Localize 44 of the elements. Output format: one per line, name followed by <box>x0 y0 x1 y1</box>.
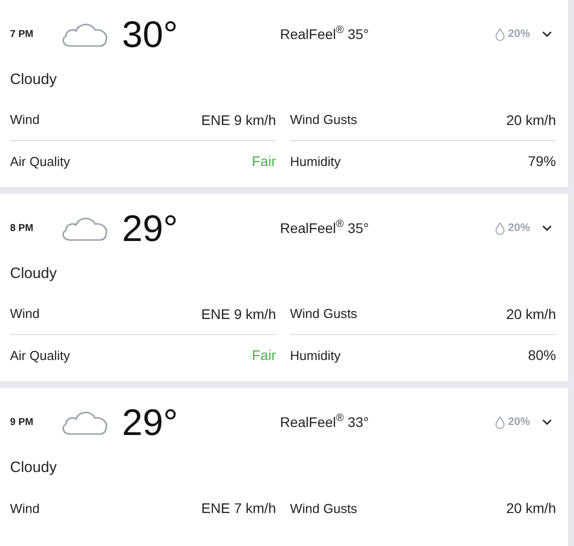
raindrop-icon <box>494 222 505 234</box>
hourly-card[interactable]: 7 PM 30° RealFeel$^{®}$ 35° 20% Cloudy Wind ENE 9 km/h Air Quality Fair Wind Gusts 20 km/h Humidity 79% <box>0 0 568 187</box>
condition-text: Cloudy <box>10 265 57 282</box>
temperature: 30° <box>122 16 179 52</box>
detail-label: Humidity <box>290 152 341 171</box>
detail-label: Wind Gusts <box>290 500 358 518</box>
realfeel-text: RealFeel$^{®}$ 35° <box>280 218 369 238</box>
detail-label: Wind <box>10 500 40 518</box>
detail-label: Air Quality <box>10 346 70 365</box>
detail-value: 20 km/h <box>506 110 556 130</box>
precipitation-text: 20% <box>508 26 530 42</box>
realfeel-text: RealFeel$^{®}$ 33° <box>280 412 369 432</box>
precipitation-text: 20% <box>508 220 530 236</box>
condition-text: Cloudy <box>10 459 57 476</box>
detail-label: Wind Gusts <box>290 111 358 130</box>
detail-value: 20 km/h <box>506 304 556 324</box>
temperature: 29° <box>122 210 179 246</box>
detail-label: Wind Gusts <box>290 305 358 324</box>
detail-value: ENE 9 km/h <box>201 304 276 324</box>
detail-label: Air Quality <box>10 152 70 171</box>
detail-value: 80% <box>528 346 556 365</box>
detail-value: ENE 9 km/h <box>201 110 276 130</box>
detail-value: ENE 7 km/h <box>201 499 276 518</box>
hourly-card[interactable]: 9 PM 29° RealFeel$^{®}$ 33° 20% Cloudy Wind ENE 7 km/h Wind Gusts 20 km/h <box>0 388 568 546</box>
hour-label: 7 PM <box>10 28 34 42</box>
raindrop-icon <box>494 416 505 428</box>
condition-text: Cloudy <box>10 71 57 88</box>
detail-label: Wind <box>10 111 40 130</box>
chevron-down-icon[interactable] <box>542 418 552 426</box>
precipitation-text: 20% <box>508 414 530 430</box>
detail-value: Fair <box>252 346 276 365</box>
hourly-card[interactable]: 8 PM 29° RealFeel$^{®}$ 35° 20% Cloudy Wind ENE 9 km/h Air Quality Fair Wind Gusts 20 km/h Humidity 80% <box>0 194 568 381</box>
raindrop-icon <box>494 28 505 40</box>
detail-value: 20 km/h <box>506 499 556 518</box>
chevron-down-icon[interactable] <box>542 224 552 232</box>
hour-label: 8 PM <box>10 222 34 236</box>
chevron-down-icon[interactable] <box>542 30 552 38</box>
detail-label: Humidity <box>290 346 341 365</box>
detail-value: Fair <box>252 152 276 171</box>
detail-value: 79% <box>528 152 556 171</box>
temperature: 29° <box>122 404 179 440</box>
realfeel-text: RealFeel$^{®}$ 35° <box>280 24 369 44</box>
detail-label: Wind <box>10 305 40 324</box>
hour-label: 9 PM <box>10 416 34 430</box>
